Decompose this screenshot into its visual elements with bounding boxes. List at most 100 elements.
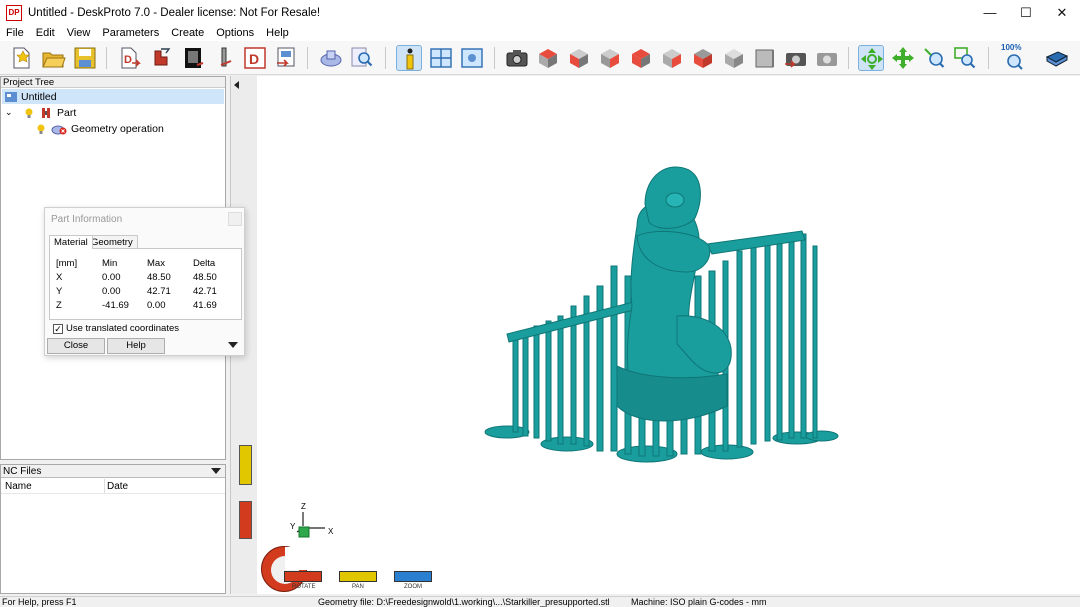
tree-item-label: Geometry operation <box>71 122 164 135</box>
window-layout-button[interactable] <box>428 45 454 71</box>
part-button[interactable] <box>149 45 175 71</box>
dxf-icon: D <box>244 47 266 69</box>
column-header-min: Min <box>102 258 118 269</box>
new-file-icon <box>13 47 30 69</box>
pan-control[interactable] <box>339 571 377 582</box>
visible-bulb-icon[interactable] <box>23 107 35 119</box>
rotate-view-button[interactable] <box>858 45 884 71</box>
dialog-close-icon[interactable] <box>228 212 242 226</box>
save-button[interactable] <box>72 45 98 71</box>
expand-chevron-icon[interactable]: ⌄ <box>5 107 15 118</box>
minimize-button[interactable]: — <box>972 0 1008 25</box>
view-iso2-button[interactable] <box>752 45 778 71</box>
render-button[interactable] <box>783 45 809 71</box>
view-bottom-button[interactable] <box>690 45 716 71</box>
tree-item-label: Untitled <box>21 90 57 103</box>
checkmark-icon[interactable]: ✓ <box>53 323 63 334</box>
pan-view-button[interactable] <box>890 45 916 71</box>
model-render <box>484 166 839 463</box>
row-y-min: 0.00 <box>102 286 121 297</box>
inspect-button[interactable] <box>349 45 375 71</box>
visible-bulb-icon[interactable] <box>35 123 47 135</box>
column-header-name[interactable]: Name <box>5 481 32 492</box>
operation-error-icon <box>51 125 67 134</box>
close-button[interactable]: Close <box>47 338 105 354</box>
open-folder-icon <box>42 52 66 68</box>
translated-coordinates-checkbox[interactable]: ✓ Use translated coordinates <box>53 323 179 334</box>
model-canvas[interactable]: Z Y X <box>257 76 1080 594</box>
tree-item-untitled[interactable]: Untitled <box>2 89 224 104</box>
operation-button[interactable] <box>318 45 344 71</box>
help-button[interactable]: Help <box>107 338 165 354</box>
window-icon <box>430 48 452 68</box>
status-bar: For Help, press F1 Geometry file: D:\Fre… <box>0 596 1080 607</box>
menu-parameters[interactable]: Parameters <box>96 25 165 41</box>
info-icon <box>406 48 414 70</box>
help-book-button[interactable] <box>1044 45 1070 71</box>
column-header-delta: Delta <box>193 258 216 269</box>
row-x-delta: 48.50 <box>193 272 217 283</box>
row-y-axis: Y <box>56 286 63 297</box>
expand-more-icon[interactable] <box>228 342 238 348</box>
dropdown-arrow-icon[interactable] <box>211 468 221 474</box>
3d-viewport[interactable]: Z Y X <box>230 76 1080 594</box>
view-right-button[interactable] <box>628 45 654 71</box>
vector-button[interactable] <box>213 45 239 71</box>
tree-item-label: Part <box>57 106 77 119</box>
row-x-max: 48.50 <box>147 272 171 283</box>
view-window-button[interactable] <box>459 45 485 71</box>
view-iso-button[interactable] <box>721 45 747 71</box>
close-window-button[interactable]: ✕ <box>1044 0 1080 25</box>
new-file-button[interactable] <box>8 45 34 71</box>
import-geometry-button[interactable]: D <box>117 45 143 71</box>
tree-item-part[interactable]: ⌄ Part <box>5 105 76 120</box>
view-iso2-icon <box>755 49 774 68</box>
slider-red[interactable] <box>239 501 252 539</box>
view-window-icon <box>461 48 483 68</box>
menu-edit[interactable]: Edit <box>30 25 61 41</box>
column-header-date[interactable]: Date <box>107 481 128 492</box>
book-help-icon <box>1045 51 1069 67</box>
dxf-button[interactable]: D <box>242 45 268 71</box>
render2-icon <box>817 53 837 66</box>
tab-material[interactable]: Material <box>49 235 93 249</box>
pan-view-icon <box>892 47 914 69</box>
view-front-button[interactable] <box>566 45 592 71</box>
tab-geometry[interactable]: Geometry <box>86 235 138 249</box>
zoom-control[interactable] <box>394 571 432 582</box>
save-icon <box>74 47 96 69</box>
zoom-label: ZOOM <box>404 584 422 590</box>
view-back-button[interactable] <box>659 45 685 71</box>
bitmap-button[interactable] <box>181 45 207 71</box>
rotate-label: ROTATE <box>292 584 316 590</box>
menu-view[interactable]: View <box>61 25 97 41</box>
menu-options[interactable]: Options <box>210 25 260 41</box>
menu-help[interactable]: Help <box>260 25 295 41</box>
menu-file[interactable]: File <box>0 25 30 41</box>
tree-item-geometry-operation[interactable]: Geometry operation <box>35 121 164 136</box>
slider-yellow[interactable] <box>239 445 252 485</box>
column-header-max: Max <box>147 258 165 269</box>
zoom-in-icon <box>924 48 945 68</box>
rotate-control[interactable] <box>284 571 322 582</box>
maximize-button[interactable]: ☐ <box>1008 0 1044 25</box>
zoom-percent-label: 100% <box>1001 43 1022 52</box>
camera-button[interactable] <box>504 45 530 71</box>
open-button[interactable] <box>40 45 66 71</box>
supported-figurine-model <box>484 166 839 463</box>
zoom-in-button[interactable] <box>921 45 947 71</box>
menu-create[interactable]: Create <box>165 25 210 41</box>
collapse-arrow-icon[interactable] <box>234 81 239 89</box>
status-geometry-file: Geometry file: D:\Freedesignwold\1.worki… <box>318 597 610 607</box>
bitmap-icon <box>185 48 204 68</box>
part-icon <box>154 48 171 66</box>
view-top-button[interactable] <box>535 45 561 71</box>
status-machine: Machine: ISO plain G-codes - mm <box>631 597 767 607</box>
render2-button[interactable] <box>814 45 840 71</box>
row-z-delta: 41.69 <box>193 300 217 311</box>
part-info-button[interactable] <box>396 45 422 71</box>
view-left-button[interactable] <box>597 45 623 71</box>
row-x-min: 0.00 <box>102 272 121 283</box>
export-button[interactable] <box>273 45 299 71</box>
zoom-window-button[interactable] <box>952 45 978 71</box>
